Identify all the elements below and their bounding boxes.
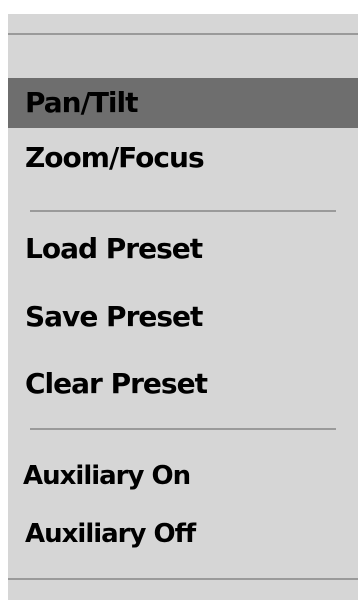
menu-bottom-separator [8, 578, 358, 580]
menu-separator [30, 428, 336, 430]
menu-item-save-preset[interactable]: Save Preset [8, 297, 358, 337]
menu-separator [30, 210, 336, 212]
context-menu: Pan/Tilt Zoom/Focus Load Preset Save Pre… [8, 14, 358, 600]
menu-top-separator [8, 33, 358, 35]
menu-item-pan-tilt[interactable]: Pan/Tilt [8, 78, 358, 128]
menu-item-auxiliary-off[interactable]: Auxiliary Off [8, 514, 358, 554]
menu-item-clear-preset[interactable]: Clear Preset [8, 364, 358, 404]
menu-item-load-preset[interactable]: Load Preset [8, 229, 358, 269]
menu-item-auxiliary-on[interactable]: Auxiliary On [8, 456, 358, 496]
menu-item-zoom-focus[interactable]: Zoom/Focus [8, 138, 358, 178]
